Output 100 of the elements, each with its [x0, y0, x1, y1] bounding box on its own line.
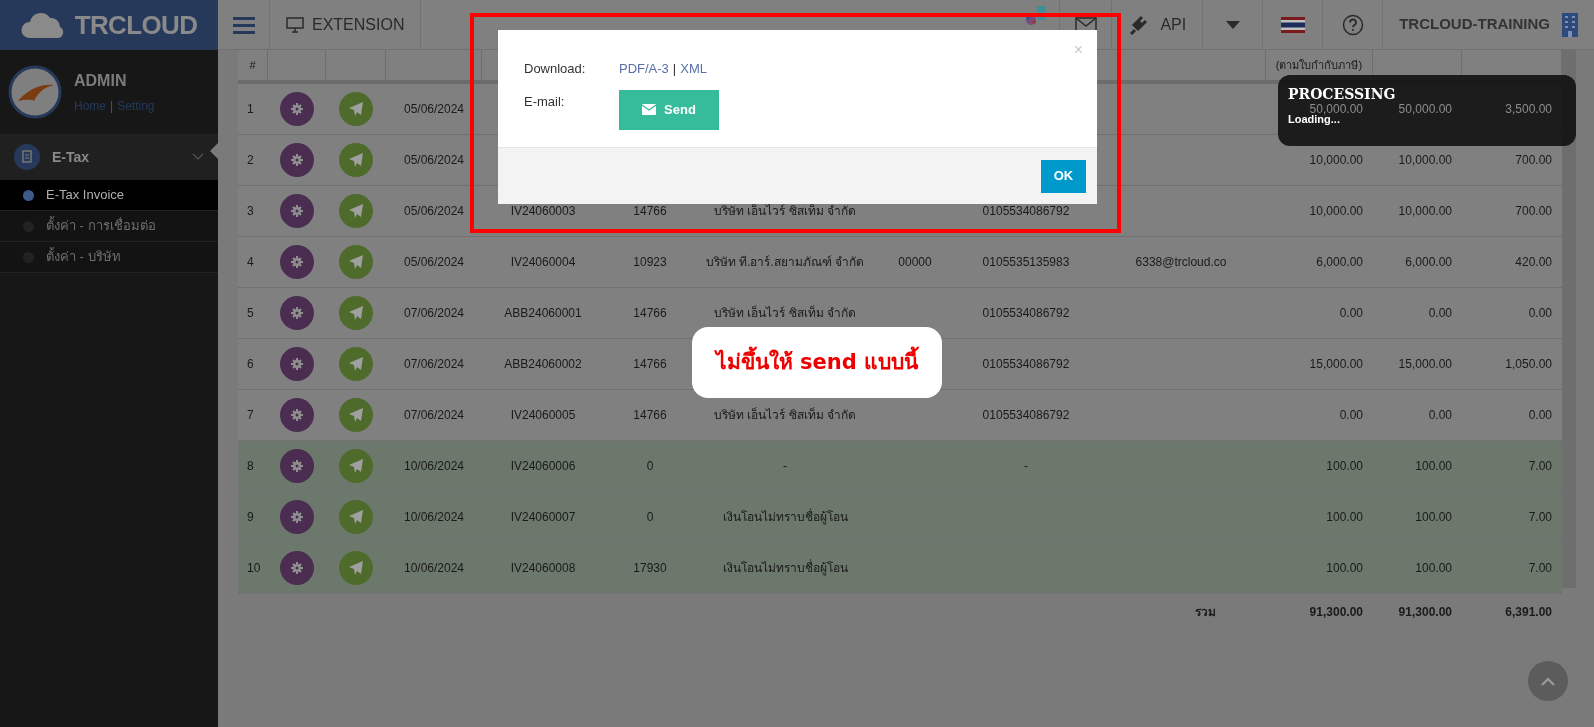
send-button[interactable] — [339, 92, 373, 126]
table-cell-text: 0.00 — [1528, 407, 1552, 424]
annotation-callout: ไม่ขึ้นให้ send แบบนี้ — [692, 327, 942, 398]
edit-button[interactable] — [280, 245, 314, 279]
table-cell-text: 100.00 — [1326, 560, 1363, 577]
table-cell-text: 0 — [646, 458, 654, 475]
paper-plane-icon — [348, 458, 364, 474]
ok-button[interactable]: OK — [1041, 159, 1086, 193]
toast-title: PROCESSING — [1288, 85, 1397, 104]
table-cell-text: 1 — [247, 101, 254, 118]
table-cell-text: 07/06/2024 — [403, 305, 465, 322]
table-cell-text: 2 — [247, 152, 254, 169]
notification-icon[interactable] — [1024, 6, 1049, 26]
email-label: E-mail: — [524, 92, 566, 111]
table-cell-text: ABB24060002 — [504, 356, 582, 373]
toast-message: Loading... — [1288, 113, 1340, 127]
table-cell-text: 100.00 — [1326, 509, 1363, 526]
paper-plane-icon — [348, 101, 364, 117]
table-cell-text: 7.00 — [1528, 458, 1552, 475]
download-label: Download: — [524, 60, 587, 78]
send-button[interactable] — [339, 449, 373, 483]
edit-button[interactable] — [280, 500, 314, 534]
edit-button[interactable] — [280, 92, 314, 126]
send-button[interactable] — [339, 296, 373, 330]
send-button[interactable] — [339, 398, 373, 432]
table-cell-text: IV24060008 — [510, 560, 576, 577]
table-cell-text: 10,000.00 — [1309, 152, 1363, 169]
send-email-button[interactable]: Send — [619, 89, 719, 130]
table-cell-text: บริษัท ที.อาร์.สยามภัณฑ์ จำกัด — [705, 254, 865, 271]
table-cell-text: 07/06/2024 — [403, 356, 465, 373]
gear-icon — [291, 103, 303, 115]
company-menu[interactable]: TRCLOUD-TRAINING — [1383, 0, 1594, 49]
table-cell-text: 4 — [247, 254, 254, 271]
gear-icon — [291, 256, 303, 268]
send-button[interactable] — [339, 551, 373, 585]
gear-icon — [291, 562, 303, 574]
sidebar-menu-item[interactable]: E-Tax — [0, 134, 218, 180]
send-button[interactable] — [339, 245, 373, 279]
table-cell-text: IV24060003 — [510, 203, 576, 220]
table-cell-text: 00000 — [898, 254, 932, 271]
table-cell-text: 05/06/2024 — [403, 152, 465, 169]
table-cell-text: 3,500.00 — [1505, 101, 1552, 118]
send-button[interactable] — [339, 500, 373, 534]
table-cell: เงินโอนไม่ทราบชื่อผู้โอน — [722, 559, 848, 577]
edit-button[interactable] — [280, 143, 314, 177]
chevron-icon — [192, 153, 204, 161]
total-label: รวม — [1195, 604, 1216, 621]
gear-icon — [291, 358, 303, 370]
table-cell-text: 10/06/2024 — [403, 458, 465, 475]
plug-icon — [1128, 14, 1149, 35]
extension-menu[interactable]: EXTENSION — [270, 0, 422, 49]
table-cell-text: 0105534086792 — [982, 305, 1070, 322]
send-button[interactable] — [339, 347, 373, 381]
table-cell-text: 0.00 — [1339, 305, 1363, 322]
edit-button[interactable] — [280, 296, 314, 330]
table-cell-text: - — [783, 458, 787, 475]
api-menu[interactable]: API — [1112, 0, 1204, 49]
edit-button[interactable] — [280, 347, 314, 381]
edit-button[interactable] — [280, 398, 314, 432]
table-cell-text: 05/06/2024 — [403, 254, 465, 271]
table-cell-text: 10/06/2024 — [403, 509, 465, 526]
table-cell-text: 7.00 — [1528, 560, 1552, 577]
download-link[interactable]: PDF/A-3 — [619, 59, 669, 79]
table-cell-text: 05/06/2024 — [403, 101, 465, 118]
total-cell-text: 91,300.00 — [1398, 604, 1452, 621]
edit-button[interactable] — [280, 449, 314, 483]
table-cell-text: 100.00 — [1415, 458, 1452, 475]
avatar-logo — [8, 65, 62, 119]
table-cell-text: 10,000.00 — [1398, 152, 1452, 169]
paper-plane-icon — [348, 407, 364, 423]
table-cell-text: 0.00 — [1428, 305, 1452, 322]
edit-button[interactable] — [280, 194, 314, 228]
building-icon — [1562, 12, 1578, 37]
table-cell-text: 700.00 — [1515, 203, 1552, 220]
link-separator: | — [110, 98, 114, 115]
table-cell-text: 0.00 — [1528, 305, 1552, 322]
table-cell-text: IV24060007 — [510, 509, 576, 526]
send-button[interactable] — [339, 194, 373, 228]
collapse-pointer-icon — [210, 143, 218, 159]
table-cell-text: 0105534086792 — [982, 407, 1070, 424]
table-cell: บริษัท เอ็นไวร์ ซิสเท็ม จำกัด — [714, 406, 856, 424]
table-cell-text: 0.00 — [1339, 407, 1363, 424]
table-cell-text: 7 — [247, 407, 254, 424]
scroll-top-button[interactable] — [1528, 661, 1568, 701]
column-header: (ตามใบกำกับภาษี) — [1275, 57, 1363, 73]
logo-text: TRCLOUD — [74, 8, 198, 42]
table-cell-text: 0 — [646, 509, 654, 526]
tree-node-icon — [23, 190, 34, 201]
send-button[interactable] — [339, 143, 373, 177]
table-cell-text: 10,000.00 — [1398, 203, 1452, 220]
table-cell-text: 50,000.00 — [1398, 101, 1452, 118]
download-link[interactable]: XML — [680, 59, 707, 79]
table-cell-text: 8 — [247, 458, 254, 475]
table-cell-text: 10 — [247, 560, 261, 577]
table-cell-text: 50,000.00 — [1309, 101, 1363, 116]
table-cell-text: 10/06/2024 — [403, 560, 465, 577]
gear-icon — [291, 154, 303, 166]
table-cell-text: 14766 — [633, 407, 667, 424]
edit-button[interactable] — [280, 551, 314, 585]
monitor-icon — [286, 16, 304, 33]
